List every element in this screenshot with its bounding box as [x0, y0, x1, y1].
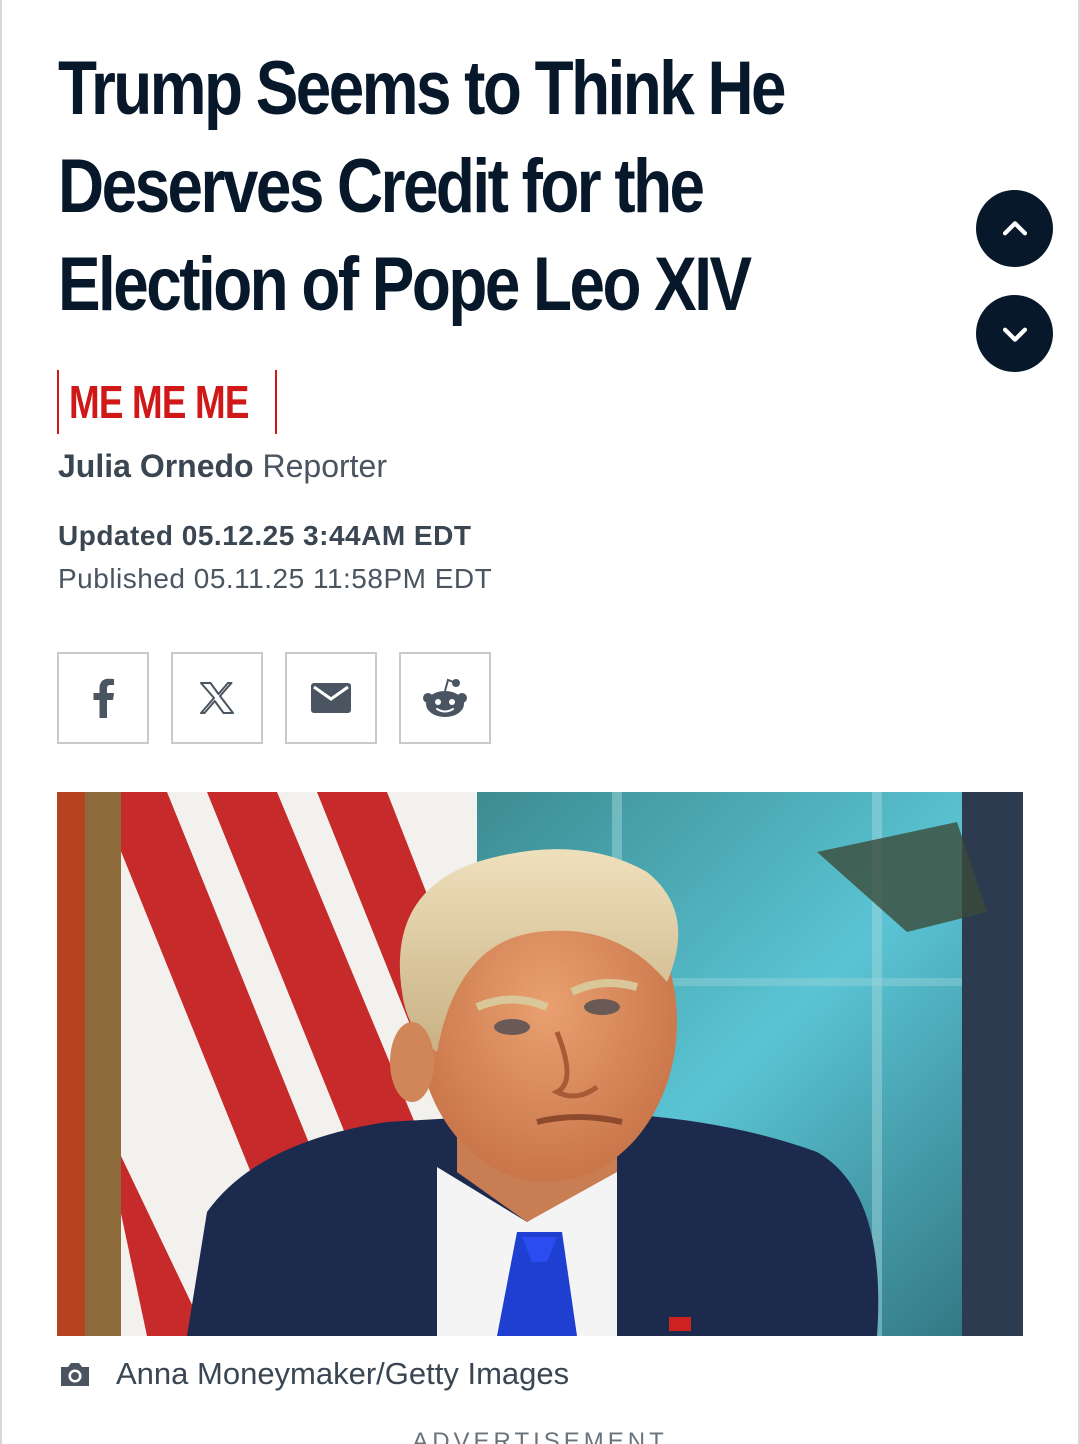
share-facebook-button[interactable]	[57, 652, 149, 744]
share-x-button[interactable]	[171, 652, 263, 744]
published-timestamp: Published 05.11.25 11:58PM EDT	[58, 563, 493, 594]
chevron-up-icon	[1002, 220, 1027, 235]
byline: Julia Ornedo Reporter	[58, 448, 387, 485]
headline-line: Election of Pope Leo XIV	[58, 242, 752, 327]
share-reddit-button[interactable]	[399, 652, 491, 744]
photo-caption: Anna Moneymaker/Getty Images	[58, 1356, 569, 1392]
section-tag-label: ME ME ME	[69, 376, 249, 428]
article-headline: Trump Seems to Think He Deserves Credit …	[58, 40, 787, 334]
author-role: Reporter	[262, 448, 387, 484]
headline-line: Trump Seems to Think He	[58, 46, 787, 131]
frame-border-left	[0, 0, 2, 1444]
scroll-down-button[interactable]	[976, 295, 1053, 372]
reddit-icon	[423, 678, 467, 717]
updated-timestamp: Updated 05.12.25 3:44AM EDT	[58, 520, 472, 551]
advertisement-label: ADVERTISEMENT	[412, 1428, 668, 1444]
share-bar	[57, 652, 491, 744]
headline-line: Deserves Credit for the	[58, 144, 705, 229]
email-icon	[311, 683, 351, 713]
scroll-up-button[interactable]	[976, 190, 1053, 267]
share-email-button[interactable]	[285, 652, 377, 744]
x-icon	[200, 682, 234, 714]
author-name[interactable]: Julia Ornedo	[58, 448, 254, 484]
chevron-down-icon	[1002, 327, 1027, 342]
section-tag[interactable]: ME ME ME	[57, 370, 277, 434]
hero-photo-illustration	[57, 792, 1023, 1336]
photo-credit: Anna Moneymaker/Getty Images	[116, 1356, 570, 1391]
article-hero-image[interactable]	[57, 792, 1023, 1336]
camera-icon	[61, 1363, 89, 1386]
facebook-icon	[93, 678, 114, 718]
